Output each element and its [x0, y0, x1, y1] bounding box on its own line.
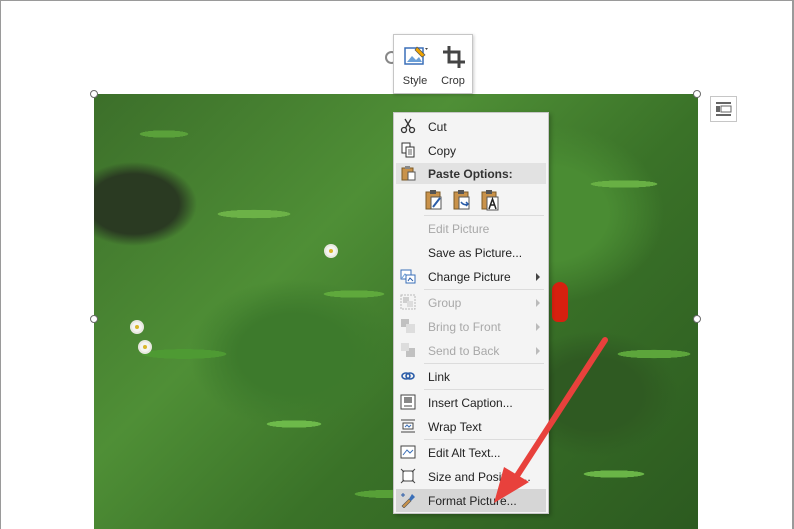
context-menu: Cut Copy Paste Options: Edit Picture Sav…: [393, 112, 549, 514]
menu-item-label: Insert Caption...: [428, 396, 513, 410]
crop-icon: [443, 46, 465, 68]
menu-item-label: Group: [428, 296, 462, 310]
menu-separator: [424, 215, 544, 216]
menu-separator: [424, 439, 544, 440]
submenu-arrow-icon: [536, 347, 540, 355]
menu-item-format-picture[interactable]: Format Picture...: [396, 489, 546, 512]
menu-item-label: Format Picture...: [428, 494, 517, 508]
menu-item-edit-alt-text[interactable]: Edit Alt Text...: [396, 441, 546, 464]
group-icon: [400, 294, 416, 310]
menu-item-label: Size and Position...: [428, 470, 531, 484]
picture-style-icon: [404, 46, 428, 65]
paste-keep-formatting-button[interactable]: [424, 188, 446, 212]
bring-front-icon: [401, 319, 415, 333]
style-label: Style: [402, 75, 428, 87]
menu-item-label: Edit Picture: [428, 222, 490, 236]
menu-item-change-picture[interactable]: Change Picture: [396, 265, 546, 288]
menu-item-label: Save as Picture...: [428, 246, 523, 260]
menu-item-wrap-text[interactable]: Wrap Text: [396, 415, 546, 438]
menu-item-save-as-picture[interactable]: Save as Picture...: [396, 241, 546, 264]
menu-item-size-and-position[interactable]: Size and Position...: [396, 465, 546, 488]
resize-handle-top-right[interactable]: [693, 90, 701, 98]
paste-options-header: Paste Options:: [396, 163, 546, 184]
menu-separator: [424, 363, 544, 364]
menu-item-label: Send to Back: [428, 344, 500, 358]
submenu-arrow-icon: [536, 299, 540, 307]
caption-icon: [400, 394, 416, 410]
change-picture-icon: [400, 269, 416, 284]
paste-merge-icon: [453, 190, 470, 210]
menu-item-label: Link: [428, 370, 451, 384]
paste-keep-formatting-icon: [425, 190, 442, 210]
layout-options-button[interactable]: [710, 96, 737, 122]
size-position-icon: [400, 468, 416, 484]
flower-decoration: [326, 246, 336, 256]
document-page: Style Crop Cut Copy Paste Options: Edit …: [1, 1, 792, 529]
menu-item-send-to-back[interactable]: Send to Back: [396, 339, 546, 362]
paste-options-label: Paste Options:: [428, 167, 513, 181]
menu-item-insert-caption[interactable]: Insert Caption...: [396, 391, 546, 414]
menu-item-label: Wrap Text: [428, 420, 482, 434]
flower-decoration: [140, 342, 150, 352]
menu-item-label: Bring to Front: [428, 320, 501, 334]
send-back-icon: [401, 343, 415, 357]
resize-handle-right[interactable]: [693, 315, 701, 323]
paste-text-only-button[interactable]: [480, 188, 502, 212]
menu-item-edit-picture[interactable]: Edit Picture: [396, 217, 546, 240]
layout-options-icon: [716, 102, 732, 116]
mini-toolbar: Style Crop: [393, 34, 473, 94]
menu-item-copy[interactable]: Copy: [396, 139, 546, 162]
menu-separator: [424, 389, 544, 390]
menu-item-group[interactable]: Group: [396, 291, 546, 314]
alt-text-icon: [400, 445, 416, 459]
menu-item-label: Copy: [428, 144, 457, 158]
wrap-text-icon: [401, 419, 415, 433]
flower-decoration: [132, 322, 142, 332]
submenu-arrow-icon: [536, 273, 540, 281]
crop-label: Crop: [441, 75, 465, 87]
menu-item-bring-to-front[interactable]: Bring to Front: [396, 315, 546, 338]
menu-item-label: Cut: [428, 120, 447, 134]
submenu-arrow-icon: [536, 323, 540, 331]
crop-button[interactable]: Crop: [435, 39, 471, 91]
link-icon: [401, 372, 415, 380]
menu-separator: [424, 289, 544, 290]
resize-handle-left[interactable]: [90, 315, 98, 323]
menu-item-label: Change Picture: [428, 270, 511, 284]
paste-merge-formatting-button[interactable]: [452, 188, 474, 212]
menu-item-label: Edit Alt Text...: [428, 446, 501, 460]
clipboard-icon: [401, 166, 416, 181]
paste-options-row: [418, 188, 518, 214]
format-picture-icon: [401, 493, 415, 508]
paste-text-only-icon: [481, 190, 499, 211]
menu-item-link[interactable]: Link: [396, 365, 546, 388]
scissors-icon: [400, 118, 416, 134]
style-button[interactable]: Style: [397, 39, 433, 91]
resize-handle-top-left[interactable]: [90, 90, 98, 98]
menu-item-cut[interactable]: Cut: [396, 115, 546, 138]
copy-icon: [401, 142, 415, 158]
marigold-decoration: [552, 282, 568, 322]
